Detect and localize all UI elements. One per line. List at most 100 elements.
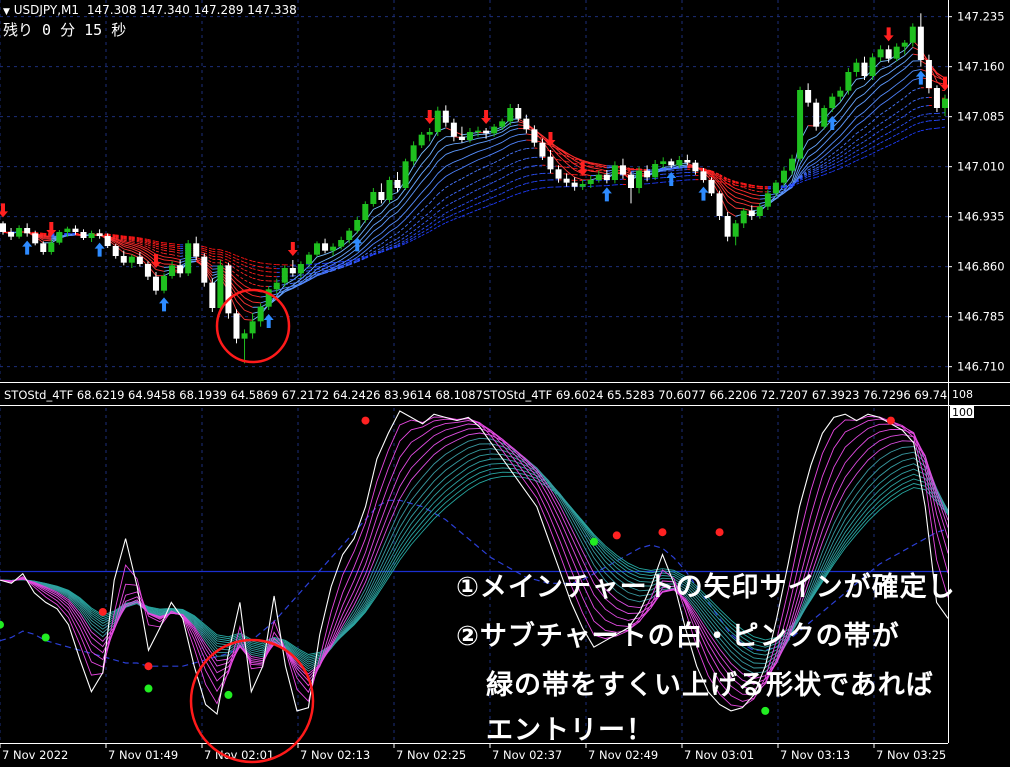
candle-body-35	[281, 268, 288, 283]
candle-body-15	[120, 256, 127, 263]
candle-body-71	[571, 182, 578, 187]
candle-body-104	[837, 90, 844, 97]
candle-body-62	[499, 121, 506, 127]
candle-body-113	[909, 26, 916, 43]
candle-body-87	[700, 171, 707, 180]
candle-body-74	[595, 174, 602, 180]
sub-header-1: STOStd_4TF 68.6219 64.9458 68.1939 64.58…	[4, 388, 483, 402]
candle-body-48	[386, 180, 393, 200]
time-tick-label-6: 7 Nov 02:49	[588, 748, 658, 762]
candle-body-89	[716, 193, 723, 216]
candle-body-56	[450, 122, 457, 137]
candle-body-96	[772, 182, 779, 194]
annotation-line-2: ②サブチャートの白・ピンクの帯が	[456, 621, 900, 652]
candle-body-72	[579, 184, 586, 187]
candle-body-100	[805, 90, 812, 103]
osc-green-dot-4	[589, 537, 598, 546]
candle-body-52	[418, 134, 425, 146]
annotation-line-4: エントリー！	[486, 715, 654, 746]
candle-body-24	[193, 243, 200, 257]
candle-body-76	[611, 165, 618, 180]
candle-body-59	[475, 130, 482, 133]
candle-body-93	[748, 210, 755, 216]
candle-body-54	[434, 110, 441, 132]
candle-body-83	[668, 161, 675, 166]
candle-body-94	[756, 206, 763, 216]
ohlc-values: 147.308 147.340 147.289 147.338	[86, 3, 297, 17]
candle-body-77	[619, 165, 626, 175]
candle-body-38	[305, 254, 312, 264]
candle-body-65	[523, 118, 530, 130]
candle-body-95	[764, 193, 771, 207]
sub-header-2: STOStd_4TF 69.6024 65.5283 70.6077 66.22…	[483, 388, 948, 402]
time-tick-label-5: 7 Nov 02:37	[492, 748, 562, 762]
osc-red-dot-5	[715, 528, 724, 537]
candle-body-7	[56, 232, 63, 243]
candle-body-55	[442, 110, 449, 123]
price-tick-label-2: 147.085	[957, 110, 1005, 124]
candle-body-25	[201, 256, 208, 283]
candle-body-3	[24, 228, 31, 234]
candle-body-20	[161, 276, 168, 291]
candle-body-58	[466, 132, 473, 140]
candle-body-50	[402, 161, 409, 188]
candle-body-90	[724, 216, 731, 237]
candle-body-9	[72, 228, 79, 232]
candle-body-105	[845, 72, 852, 91]
candle-body-88	[708, 180, 715, 194]
candle-body-98	[789, 158, 796, 171]
candle-body-107	[861, 62, 868, 76]
candle-body-111	[893, 46, 900, 59]
candle-body-112	[901, 42, 908, 47]
price-tick-label-5: 146.860	[957, 260, 1005, 274]
time-tick-label-3: 7 Nov 02:13	[300, 748, 370, 762]
candle-body-51	[410, 145, 417, 162]
candle-body-10	[80, 232, 87, 238]
candle-body-84	[676, 160, 683, 166]
candle-body-78	[628, 174, 634, 188]
candle-body-103	[829, 96, 836, 108]
price-tick-label-4: 146.935	[957, 210, 1005, 224]
candle-body-73	[587, 180, 594, 184]
annotation-line-1: ①メインチャートの矢印サインが確定し	[456, 572, 956, 603]
osc-tick-label-0: 108	[952, 388, 973, 401]
candle-body-61	[491, 126, 498, 134]
dropdown-triangle-icon[interactable]: ▼	[3, 7, 10, 17]
candle-body-40	[322, 243, 329, 251]
candle-body-108	[869, 57, 876, 76]
symbol-header: ▼ USDJPY,M1 147.308 147.340 147.289 147.…	[3, 3, 297, 17]
candle-body-116	[933, 88, 940, 108]
time-tick-label-7: 7 Nov 03:01	[684, 748, 754, 762]
candle-body-114	[917, 26, 924, 61]
candle-body-18	[144, 264, 151, 277]
candle-body-31	[249, 321, 256, 334]
candle-body-101	[813, 102, 820, 127]
candle-body-12	[96, 233, 103, 236]
candle-body-11	[88, 233, 95, 238]
candle-body-63	[507, 108, 514, 122]
osc-tick-label-1: 100	[952, 406, 973, 419]
osc-green-dot-5	[761, 706, 770, 715]
candle-body-41	[330, 246, 337, 251]
candle-body-22	[177, 265, 184, 274]
candle-body-27	[217, 265, 224, 308]
candle-body-37	[297, 264, 304, 274]
osc-red-dot-4	[658, 528, 667, 537]
candle-body-99	[797, 90, 804, 159]
candle-body-75	[603, 174, 610, 180]
candle-body-2	[16, 228, 23, 237]
candle-body-70	[563, 178, 570, 183]
candle-body-64	[515, 108, 522, 119]
candle-body-53	[426, 132, 433, 135]
candle-body-26	[209, 282, 216, 308]
candle-body-86	[692, 162, 699, 172]
candle-body-42	[338, 240, 345, 247]
price-tick-label-6: 146.785	[957, 310, 1005, 324]
candle-body-6	[48, 242, 55, 252]
candle-body-44	[354, 220, 361, 231]
candle-body-46	[370, 192, 377, 204]
price-tick-label-1: 147.160	[957, 60, 1005, 74]
osc-red-dot-0	[98, 607, 107, 616]
candle-body-19	[152, 276, 159, 291]
annotation-line-3: 緑の帯をすくい上げる形状であれば	[486, 670, 934, 701]
